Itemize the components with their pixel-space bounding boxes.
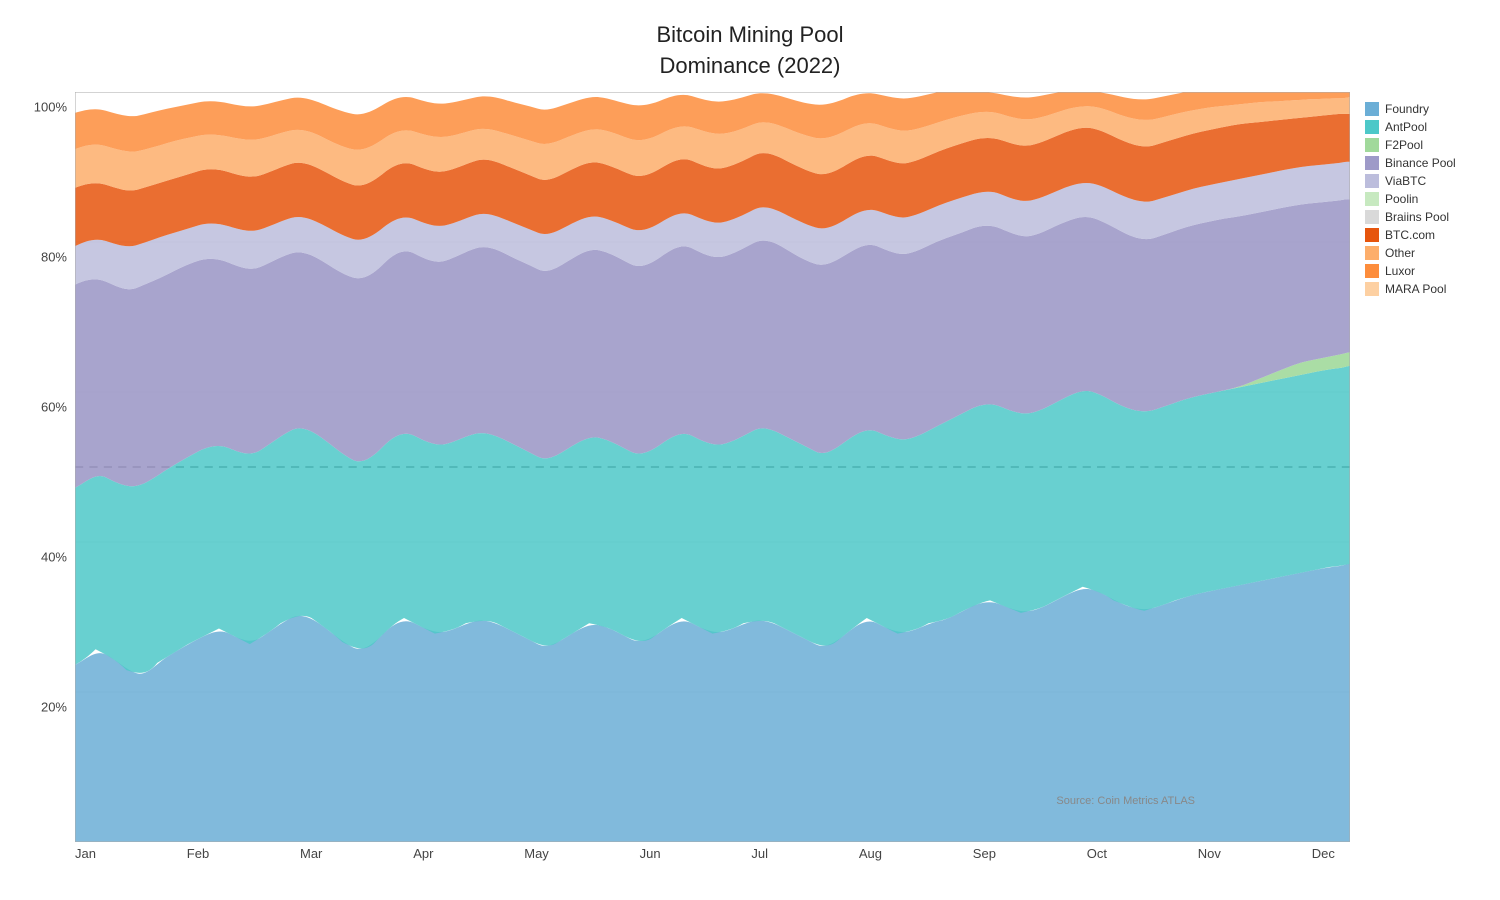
legend-item-foundry: Foundry bbox=[1365, 102, 1480, 116]
chart-legend: Foundry AntPool F2Pool Binance Pool ViaB… bbox=[1350, 92, 1480, 842]
legend-label-viabtc: ViaBTC bbox=[1385, 174, 1426, 188]
y-label-20: 20% bbox=[41, 699, 67, 714]
x-label-dec: Dec bbox=[1312, 846, 1335, 861]
x-label-sep: Sep bbox=[973, 846, 996, 861]
legend-label-other: Other bbox=[1385, 246, 1415, 260]
legend-item-viabtc: ViaBTC bbox=[1365, 174, 1480, 188]
y-label-100: 100% bbox=[34, 99, 67, 114]
legend-label-antpool: AntPool bbox=[1385, 120, 1427, 134]
x-label-may: May bbox=[524, 846, 549, 861]
legend-color-mara bbox=[1365, 282, 1379, 296]
y-axis: 100% 80% 60% 40% 20% bbox=[20, 92, 75, 842]
legend-item-mara: MARA Pool bbox=[1365, 282, 1480, 296]
legend-color-antpool bbox=[1365, 120, 1379, 134]
chart-svg-area: Source: Coin Metrics ATLAS bbox=[75, 92, 1350, 842]
legend-item-other: Other bbox=[1365, 246, 1480, 260]
legend-item-antpool: AntPool bbox=[1365, 120, 1480, 134]
x-axis-labels: Jan Feb Mar Apr May Jun Jul Aug Sep Oct … bbox=[20, 846, 1480, 861]
legend-item-binance: Binance Pool bbox=[1365, 156, 1480, 170]
x-label-oct: Oct bbox=[1087, 846, 1107, 861]
legend-item-f2pool: F2Pool bbox=[1365, 138, 1480, 152]
legend-label-luxor: Luxor bbox=[1385, 264, 1415, 278]
x-label-jun: Jun bbox=[640, 846, 661, 861]
legend-color-foundry bbox=[1365, 102, 1379, 116]
x-label-apr: Apr bbox=[413, 846, 433, 861]
x-label-mar: Mar bbox=[300, 846, 322, 861]
legend-label-mara: MARA Pool bbox=[1385, 282, 1446, 296]
legend-label-foundry: Foundry bbox=[1385, 102, 1429, 116]
chart-container: Bitcoin Mining Pool Dominance (2022) 100… bbox=[0, 0, 1500, 900]
chart-title: Bitcoin Mining Pool Dominance (2022) bbox=[20, 20, 1480, 82]
chart-area: 100% 80% 60% 40% 20% bbox=[20, 92, 1480, 842]
x-label-feb: Feb bbox=[187, 846, 209, 861]
legend-color-braiins bbox=[1365, 210, 1379, 224]
y-label-60: 60% bbox=[41, 399, 67, 414]
source-text: Source: Coin Metrics ATLAS bbox=[1056, 795, 1195, 807]
legend-item-poolin: Poolin bbox=[1365, 192, 1480, 206]
legend-item-braiins: Braiins Pool bbox=[1365, 210, 1480, 224]
y-label-40: 40% bbox=[41, 549, 67, 564]
legend-label-binance: Binance Pool bbox=[1385, 156, 1456, 170]
legend-color-poolin bbox=[1365, 192, 1379, 206]
legend-label-poolin: Poolin bbox=[1385, 192, 1418, 206]
legend-color-f2pool bbox=[1365, 138, 1379, 152]
x-label-aug: Aug bbox=[859, 846, 882, 861]
legend-item-btccom: BTC.com bbox=[1365, 228, 1480, 242]
legend-color-luxor bbox=[1365, 264, 1379, 278]
legend-label-f2pool: F2Pool bbox=[1385, 138, 1423, 152]
chart-svg bbox=[75, 92, 1350, 842]
legend-color-binance bbox=[1365, 156, 1379, 170]
legend-label-btccom: BTC.com bbox=[1385, 228, 1435, 242]
x-label-jul: Jul bbox=[751, 846, 768, 861]
legend-color-viabtc bbox=[1365, 174, 1379, 188]
x-label-nov: Nov bbox=[1198, 846, 1221, 861]
x-label-jan: Jan bbox=[75, 846, 96, 861]
chart-and-legend: Source: Coin Metrics ATLAS Foundry AntPo… bbox=[75, 92, 1480, 842]
legend-color-btccom bbox=[1365, 228, 1379, 242]
legend-label-braiins: Braiins Pool bbox=[1385, 210, 1449, 224]
y-label-80: 80% bbox=[41, 249, 67, 264]
legend-item-luxor: Luxor bbox=[1365, 264, 1480, 278]
legend-color-other bbox=[1365, 246, 1379, 260]
